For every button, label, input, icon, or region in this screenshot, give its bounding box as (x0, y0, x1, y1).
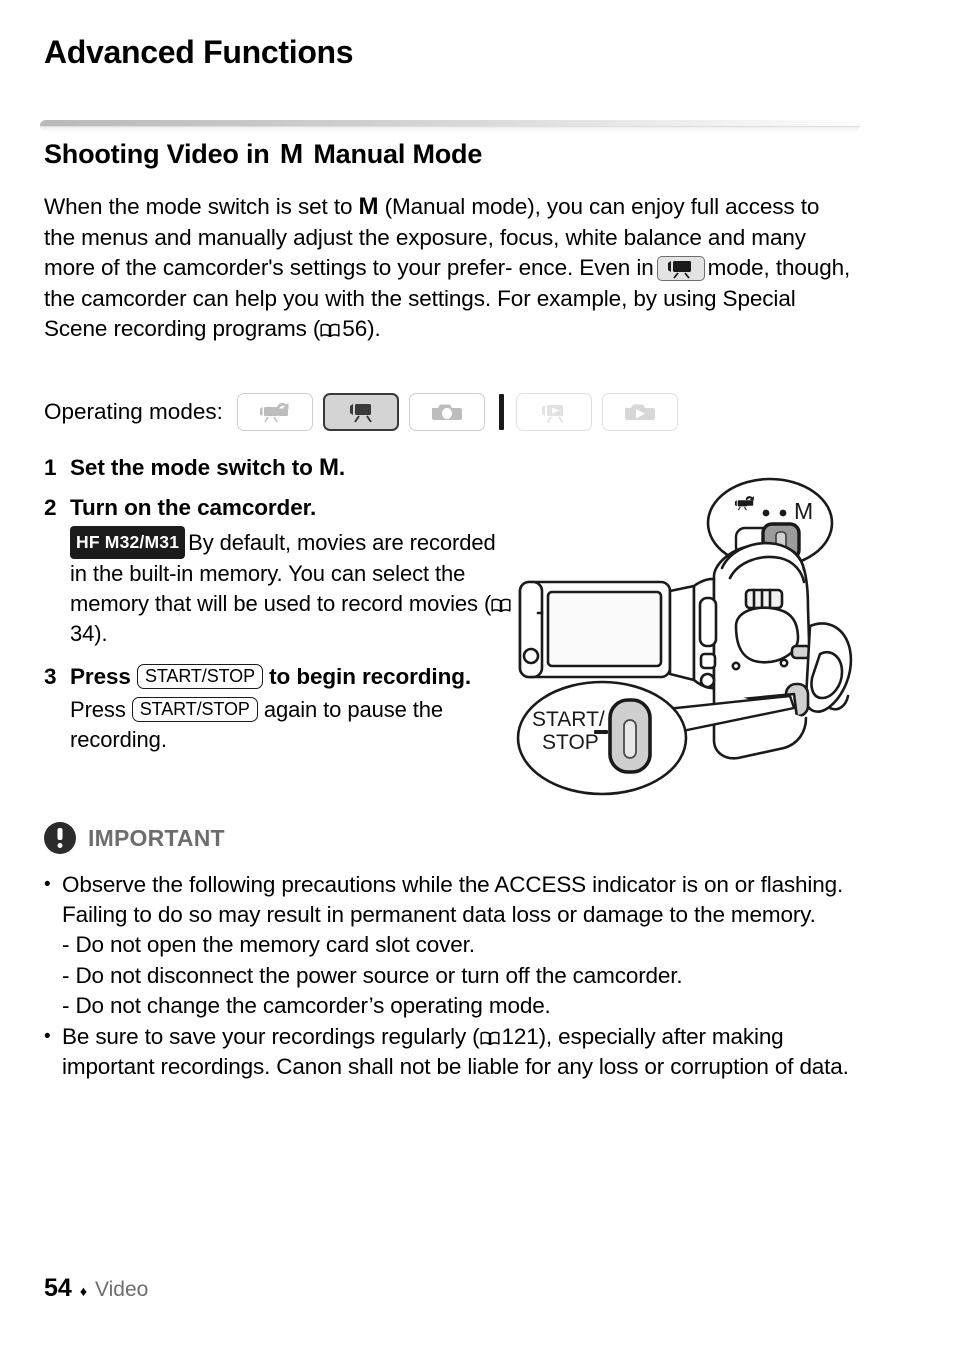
camcorder-icon (349, 404, 372, 423)
important-notes: • Observe the following precautions whil… (44, 870, 856, 1082)
intro-paragraph: When the mode switch is set to M (Manual… (44, 192, 856, 345)
intro-pageref-close: ). (367, 316, 381, 341)
step-2-text-b: ). (94, 621, 108, 646)
step-3-text-pre: Press (70, 664, 131, 689)
footer-diamond-icon: ♦ (79, 1283, 87, 1299)
note-text: Be sure to save your recordings regularl… (62, 1022, 856, 1082)
procedure-steps: 1 Set the mode switch to M. 2 Turn on th… (44, 452, 514, 759)
intro-page-number[interactable]: 56 (342, 316, 367, 341)
mode-box-photo-camera[interactable] (408, 393, 485, 431)
step-3-heading: Press START/STOP to begin recording. (70, 661, 514, 693)
camcorder-icon (656, 256, 705, 281)
step-1-text: Set the mode switch to (70, 455, 313, 480)
step-1-period: . (338, 455, 346, 480)
page-title: Advanced Functions (44, 34, 354, 70)
note-subitem: - Do not open the memory card slot cover… (62, 932, 475, 957)
note-item: • Observe the following precautions whil… (44, 870, 856, 930)
start-stop-callout-line1: START/ (532, 708, 605, 731)
step-number: 2 (44, 495, 57, 520)
step-3: 3 Press START/STOP to begin recording. P… (44, 661, 514, 755)
intro-pageref-open: ( (312, 316, 321, 341)
section-heading-pre: Shooting Video in (44, 139, 270, 169)
manual-mode-glyph: M (279, 138, 304, 169)
mode-group-separator (498, 394, 504, 430)
step-1-heading: Set the mode switch to M. (70, 452, 514, 484)
mode-box-movie-playback[interactable] (515, 393, 592, 431)
step-3-detail: Press START/STOP again to pause the reco… (70, 695, 514, 755)
page-footer: 54 ♦ Video (44, 1274, 148, 1303)
mode-box-photo-playback[interactable] (601, 393, 678, 431)
footer-section-name: Video (94, 1278, 149, 1301)
step-2-page-number[interactable]: 34 (70, 621, 94, 646)
mode-switch-m-label: M (794, 498, 813, 524)
operating-modes-label: Operating modes: (44, 399, 223, 424)
step-number: 1 (44, 455, 57, 480)
note-text: Observe the following precautions while … (62, 872, 844, 927)
note-item: • Be sure to save your recordings regula… (44, 1022, 856, 1082)
bullet-dot: • (44, 874, 51, 895)
intro-text-3: ence. Even in (518, 255, 654, 280)
mode-dot (779, 509, 787, 517)
operating-modes-row: Operating modes: (44, 392, 856, 432)
manual-mode-glyph: M (358, 193, 379, 220)
mode-box-auto-camcorder[interactable] (236, 393, 313, 431)
camera-icon (431, 404, 462, 420)
step-2-heading: Turn on the camcorder. (70, 495, 317, 520)
note-page-number[interactable]: 121 (502, 1024, 539, 1049)
intro-text-1: When the mode switch is set to (44, 194, 353, 219)
section-heading: Shooting Video in M Manual Mode (44, 138, 482, 170)
section-divider (40, 120, 860, 132)
step-number: 3 (44, 664, 57, 689)
mode-box-manual-camcorder[interactable] (322, 393, 399, 431)
step-1: 1 Set the mode switch to M. (44, 452, 514, 484)
book-icon (479, 1031, 500, 1046)
start-stop-key[interactable]: START/STOP (131, 697, 258, 722)
note-subitem: - Do not disconnect the power source or … (62, 962, 683, 988)
footer-page-number: 54 (44, 1274, 72, 1302)
book-icon (320, 323, 340, 338)
important-label: IMPORTANT (88, 824, 225, 851)
start-stop-callout-line2: STOP (542, 731, 599, 754)
start-stop-key[interactable]: START/STOP (136, 664, 263, 689)
exclamation-icon (44, 822, 76, 854)
note-subitem: - Do not change the camcorder’s operatin… (62, 993, 551, 1018)
camcorder-illustration: M START/ STOP (498, 458, 918, 808)
step-2: 2 Turn on the camcorder. HF M32/M31 By de… (44, 492, 514, 649)
camera-playback-icon (624, 404, 655, 420)
mode-dot (762, 509, 770, 517)
document-page: Advanced Functions Shooting Video in M M… (0, 0, 954, 1345)
camcorder-auto-icon (259, 402, 289, 423)
bullet-dot: • (44, 1025, 51, 1047)
camcorder-playback-icon (541, 405, 564, 423)
step-3-detail-a: Press (70, 697, 126, 722)
step-3-text-post: to begin recording. (269, 664, 472, 689)
note-text-a: Be sure to save your recordings regularl… (62, 1023, 480, 1049)
step-2-detail: HF M32/M31 By default, movies are recorde… (70, 526, 514, 649)
manual-mode-glyph: M (319, 454, 339, 481)
model-badge: HF M32/M31 (70, 526, 186, 559)
section-heading-post: Manual Mode (313, 139, 483, 169)
important-heading: IMPORTANT (44, 822, 225, 854)
